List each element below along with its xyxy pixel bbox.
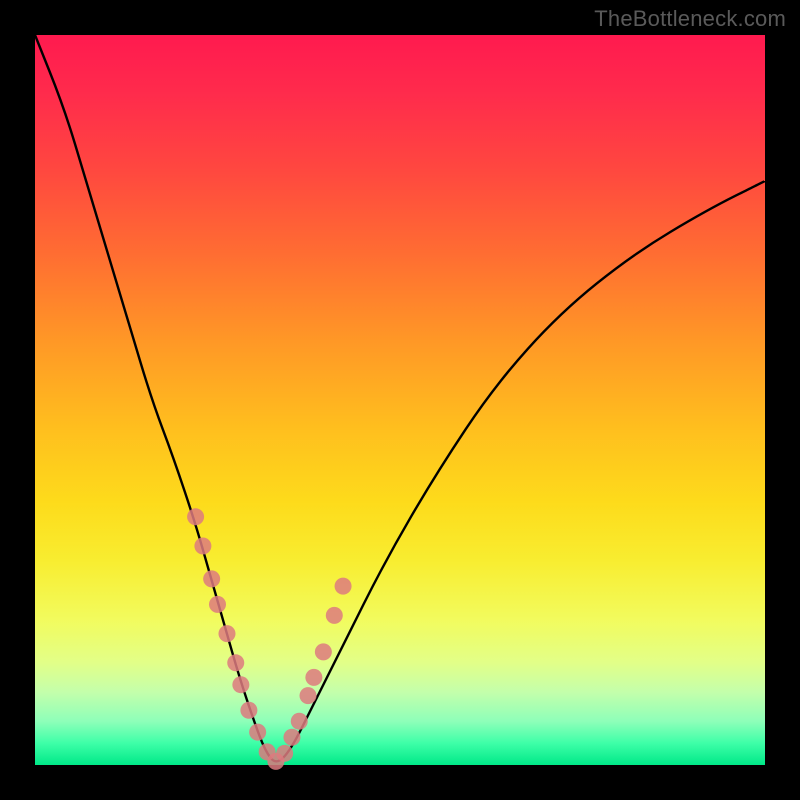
chart-svg [35, 35, 765, 765]
highlight-point [209, 596, 226, 613]
highlight-point [249, 724, 266, 741]
highlight-point [240, 702, 257, 719]
bottleneck-curve [35, 35, 765, 761]
highlight-point [283, 729, 300, 746]
highlight-point [187, 508, 204, 525]
highlight-point [194, 538, 211, 555]
highlight-point [305, 669, 322, 686]
highlight-point [276, 745, 293, 762]
highlight-point [315, 643, 332, 660]
chart-frame: TheBottleneck.com [0, 0, 800, 800]
watermark-text: TheBottleneck.com [594, 6, 786, 32]
highlight-point [291, 713, 308, 730]
highlight-point [326, 607, 343, 624]
highlight-point [335, 578, 352, 595]
highlight-point [218, 625, 235, 642]
highlight-point [203, 570, 220, 587]
highlight-point [232, 676, 249, 693]
highlight-points [187, 508, 351, 770]
highlight-point [300, 687, 317, 704]
highlight-point [227, 654, 244, 671]
plot-area [35, 35, 765, 765]
